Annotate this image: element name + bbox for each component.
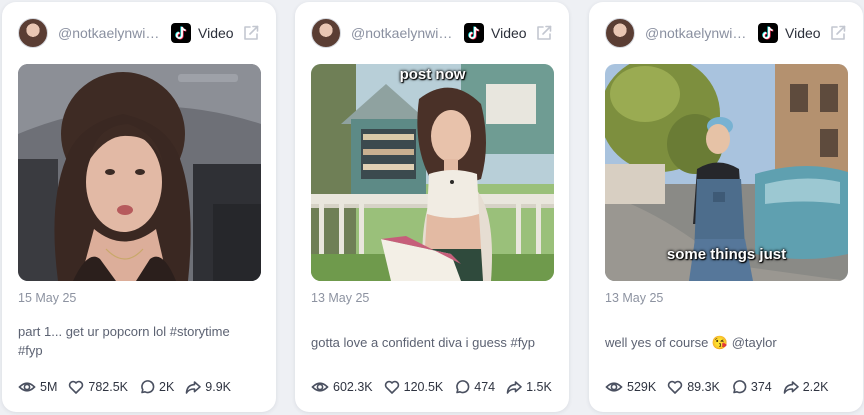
- comments-count: 474: [474, 380, 496, 394]
- views-stat: 602.3K: [311, 379, 373, 395]
- stats-row: 529K 89.3K 374 2.2K: [605, 377, 839, 397]
- external-link-icon[interactable]: [242, 24, 260, 42]
- avatar[interactable]: [605, 18, 635, 48]
- tiktok-icon: [171, 23, 191, 43]
- heart-icon: [69, 380, 84, 394]
- platform-label: Video: [785, 25, 821, 41]
- comment-icon: [141, 380, 155, 394]
- comment-icon: [733, 380, 747, 394]
- stats-row: 5M 782.5K 2K 9.9K: [18, 377, 242, 397]
- heart-icon: [384, 380, 399, 394]
- post-date: 13 May 25: [311, 291, 370, 305]
- eye-icon: [311, 382, 329, 392]
- username[interactable]: @notkaelynwil...: [58, 25, 160, 41]
- video-thumbnail[interactable]: some things just: [605, 64, 848, 281]
- external-link-icon[interactable]: [829, 24, 847, 42]
- post-caption: part 1... get ur popcorn lol #storytime …: [18, 324, 230, 358]
- video-overlay-text: post now: [399, 66, 466, 83]
- comments-stat: 374: [731, 379, 772, 395]
- likes-count: 782.5K: [88, 380, 128, 394]
- post-card[interactable]: @notkaelynwil... Video: [2, 2, 276, 412]
- likes-count: 89.3K: [687, 380, 720, 394]
- views-stat: 5M: [18, 379, 57, 395]
- video-overlay-text: some things just: [666, 246, 787, 263]
- username[interactable]: @notkaelynwil...: [351, 25, 453, 41]
- comments-count: 2K: [159, 380, 175, 394]
- tiktok-icon: [758, 23, 778, 43]
- video-thumbnail[interactable]: [18, 64, 261, 281]
- likes-stat: 89.3K: [667, 379, 720, 395]
- card-header: @notkaelynwil... Video: [18, 18, 262, 48]
- views-count: 529K: [627, 380, 657, 394]
- shares-count: 9.9K: [205, 380, 232, 394]
- views-count: 5M: [40, 380, 58, 394]
- eye-icon: [18, 382, 36, 392]
- shares-stat: 1.5K: [506, 379, 552, 395]
- card-header: @notkaelynwil... Video: [311, 18, 555, 48]
- heart-icon: [668, 380, 683, 394]
- shares-stat: 9.9K: [185, 379, 231, 395]
- post-caption: well yes of course 😘 @taylor: [605, 335, 777, 350]
- post-card[interactable]: @notkaelynwil... Video: [295, 2, 569, 412]
- shares-stat: 2.2K: [783, 379, 829, 395]
- video-thumbnail[interactable]: post now: [311, 64, 554, 281]
- comment-icon: [456, 380, 470, 394]
- shares-count: 1.5K: [526, 380, 552, 394]
- avatar[interactable]: [311, 18, 341, 48]
- eye-icon: [605, 382, 623, 392]
- post-card[interactable]: @notkaelynwil... Video: [589, 2, 863, 412]
- share-icon: [185, 381, 202, 394]
- username[interactable]: @notkaelynwil...: [645, 25, 747, 41]
- share-icon: [506, 381, 522, 394]
- views-count: 602.3K: [333, 380, 373, 394]
- views-stat: 529K: [605, 379, 656, 395]
- comments-stat: 2K: [139, 379, 174, 395]
- comments-stat: 474: [454, 379, 495, 395]
- platform-label: Video: [491, 25, 527, 41]
- likes-stat: 120.5K: [384, 379, 444, 395]
- stats-row: 602.3K 120.5K 474 1.5K: [311, 377, 563, 397]
- external-link-icon[interactable]: [535, 24, 553, 42]
- share-icon: [783, 381, 799, 394]
- tiktok-icon: [464, 23, 484, 43]
- post-caption: gotta love a confident diva i guess #fyp: [311, 335, 536, 350]
- comments-count: 374: [750, 380, 772, 394]
- likes-count: 120.5K: [403, 380, 444, 394]
- post-date: 13 May 25: [605, 291, 664, 305]
- post-date: 15 May 25: [18, 291, 77, 305]
- avatar[interactable]: [18, 18, 48, 48]
- likes-stat: 782.5K: [68, 379, 128, 395]
- shares-count: 2.2K: [802, 380, 829, 394]
- card-header: @notkaelynwil... Video: [605, 18, 849, 48]
- platform-label: Video: [198, 25, 234, 41]
